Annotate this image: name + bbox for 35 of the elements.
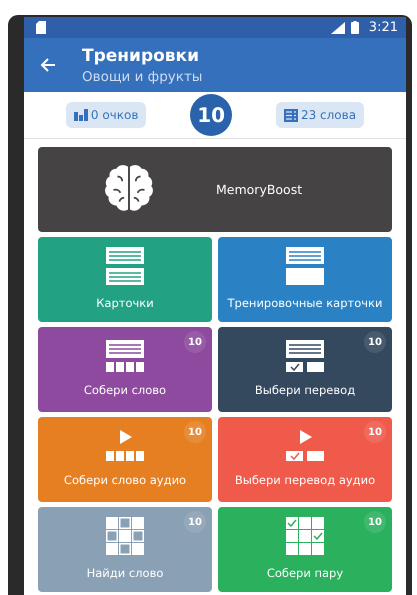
choice-icon xyxy=(286,340,324,372)
status-time: 3:21 xyxy=(368,20,398,35)
training-tile[interactable]: 10 Выбери перевод xyxy=(218,327,392,412)
training-tile[interactable]: Карточки xyxy=(38,237,212,322)
letters-icon xyxy=(106,340,144,372)
count-badge: 10 xyxy=(184,421,206,443)
count-badge: 10 xyxy=(364,421,386,443)
points-chip[interactable]: 0 очков xyxy=(66,102,146,128)
memoryboost-tile[interactable]: MemoryBoost xyxy=(38,147,392,232)
count-badge: 10 xyxy=(184,331,206,353)
training-tile[interactable]: 10 Собери пару xyxy=(218,507,392,592)
training-tile[interactable]: 10 Собери слово аудио xyxy=(38,417,212,502)
training-tile[interactable]: 10 Выбери перевод аудио xyxy=(218,417,392,502)
count-badge: 10 xyxy=(364,511,386,533)
play-choice-icon xyxy=(286,430,324,462)
cards-icon xyxy=(286,247,324,286)
play-letters-icon xyxy=(106,430,144,462)
battery-icon xyxy=(350,21,359,34)
count-badge: 10 xyxy=(184,511,206,533)
grid-icon xyxy=(106,517,144,556)
count-badge: 10 xyxy=(364,331,386,353)
cards-icon xyxy=(106,247,144,286)
screen-title: Тренировки xyxy=(82,46,200,66)
training-tile[interactable]: Тренировочные карточки xyxy=(218,237,392,322)
list-icon xyxy=(284,108,298,122)
screen-subtitle: Овощи и фрукты xyxy=(82,68,202,84)
back-button[interactable] xyxy=(40,57,56,73)
training-tile[interactable]: 10 Найди слово xyxy=(38,507,212,592)
grid-check-icon xyxy=(286,517,324,556)
level-badge: 10 xyxy=(190,94,232,136)
sd-card-icon xyxy=(36,21,46,34)
words-chip[interactable]: 23 слова xyxy=(276,102,364,128)
signal-icon xyxy=(330,22,345,34)
bar-chart-icon xyxy=(74,109,88,121)
training-tile[interactable]: 10 Собери слово xyxy=(38,327,212,412)
